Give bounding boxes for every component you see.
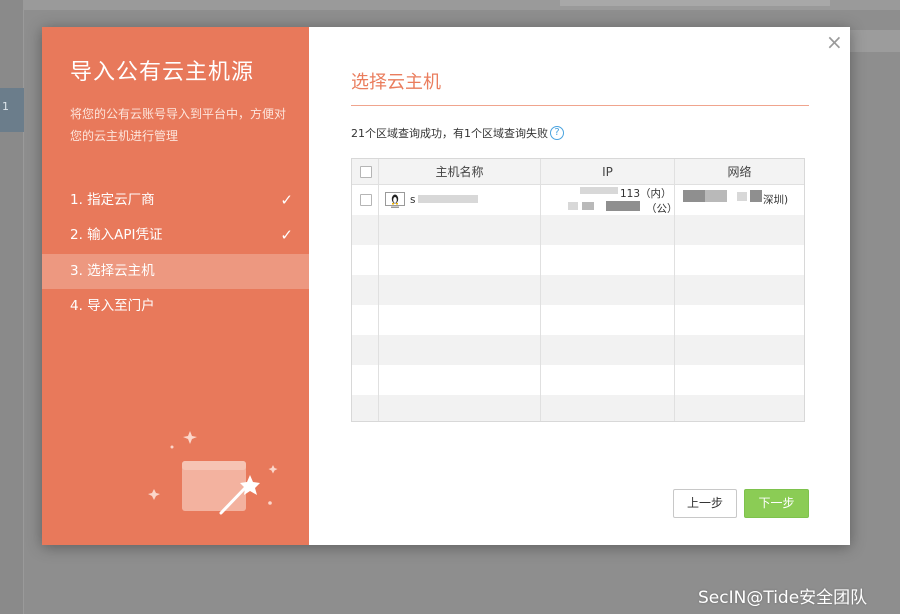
- sidebar-title: 导入公有云主机源: [70, 60, 255, 85]
- redacted-host-name: [418, 195, 478, 203]
- import-cloud-host-dialog: 导入公有云主机源 将您的公有云账号导入到平台中，方便对您的云主机进行管理 1. …: [42, 27, 850, 545]
- sidebar-description: 将您的公有云账号导入到平台中，方便对您的云主机进行管理: [70, 107, 287, 143]
- help-icon[interactable]: ?: [550, 126, 564, 140]
- host-table: 主机名称 IP 网络 s 113（内） （公） 深圳): [351, 158, 805, 422]
- wizard-step-2[interactable]: 2. 输入API凭证 ✓: [42, 218, 309, 253]
- column-divider: [674, 159, 675, 421]
- redacted-network: [683, 190, 705, 202]
- content-title: 选择云主机: [351, 72, 441, 93]
- column-header-network: 网络: [727, 165, 752, 179]
- previous-step-button[interactable]: 上一步: [673, 489, 737, 518]
- background-toolbar: [560, 0, 830, 6]
- redacted-network: [750, 190, 762, 202]
- wizard-step-label: 3. 选择云主机: [70, 263, 155, 279]
- title-divider: [351, 105, 809, 106]
- check-icon: ✓: [280, 226, 293, 244]
- network-name: 深圳): [763, 194, 789, 206]
- table-row: [352, 215, 804, 245]
- row-checkbox[interactable]: [360, 194, 372, 206]
- close-icon[interactable]: ×: [826, 32, 843, 52]
- wizard-step-3[interactable]: 3. 选择云主机: [42, 254, 309, 289]
- wizard-step-1[interactable]: 1. 指定云厂商 ✓: [42, 183, 309, 218]
- table-row: [352, 275, 804, 305]
- select-all-checkbox[interactable]: [360, 166, 372, 178]
- query-status: 21个区域查询成功，有1个区域查询失败 ?: [351, 125, 564, 141]
- background-right-bar: [850, 30, 900, 52]
- column-header-ip: IP: [602, 165, 613, 179]
- query-status-text: 21个区域查询成功，有1个区域查询失败: [351, 127, 548, 140]
- table-row[interactable]: s 113（内） （公） 深圳): [352, 185, 804, 215]
- host-name: s: [410, 194, 416, 206]
- table-row: [352, 365, 804, 395]
- column-header-hostname: 主机名称: [435, 165, 484, 179]
- table-header: 主机名称 IP 网络: [352, 159, 804, 185]
- background-row-marker: 1: [0, 88, 24, 132]
- redacted-network: [737, 192, 747, 201]
- column-divider: [540, 159, 541, 421]
- redacted-ip: [568, 202, 578, 210]
- table-row: [352, 245, 804, 275]
- watermark-text: SecIN@Tide安全团队: [698, 588, 868, 608]
- table-row: [352, 335, 804, 365]
- ip-internal: 113（内）: [620, 188, 672, 200]
- background-topbar: [0, 0, 900, 10]
- redacted-ip: [606, 201, 640, 211]
- table-row: [352, 305, 804, 335]
- check-icon: ✓: [280, 191, 293, 209]
- redacted-ip: [580, 187, 618, 194]
- magic-wand-illustration-icon: [148, 431, 278, 515]
- wizard-step-label: 1. 指定云厂商: [70, 192, 155, 208]
- linux-os-icon: [385, 192, 405, 208]
- wizard-step-label: 2. 输入API凭证: [70, 227, 163, 243]
- wizard-step-label: 4. 导入至门户: [70, 298, 155, 314]
- ip-public: （公）: [646, 203, 678, 215]
- redacted-network: [705, 190, 727, 202]
- wizard-sidebar: 导入公有云主机源 将您的公有云账号导入到平台中，方便对您的云主机进行管理 1. …: [42, 27, 309, 545]
- wizard-content: 选择云主机 21个区域查询成功，有1个区域查询失败 ? 主机名称 IP 网络 s…: [309, 27, 850, 545]
- table-row: [352, 395, 804, 421]
- wizard-step-4[interactable]: 4. 导入至门户: [42, 289, 309, 324]
- next-step-button[interactable]: 下一步: [744, 489, 809, 518]
- redacted-ip: [582, 202, 594, 210]
- column-divider: [378, 159, 379, 421]
